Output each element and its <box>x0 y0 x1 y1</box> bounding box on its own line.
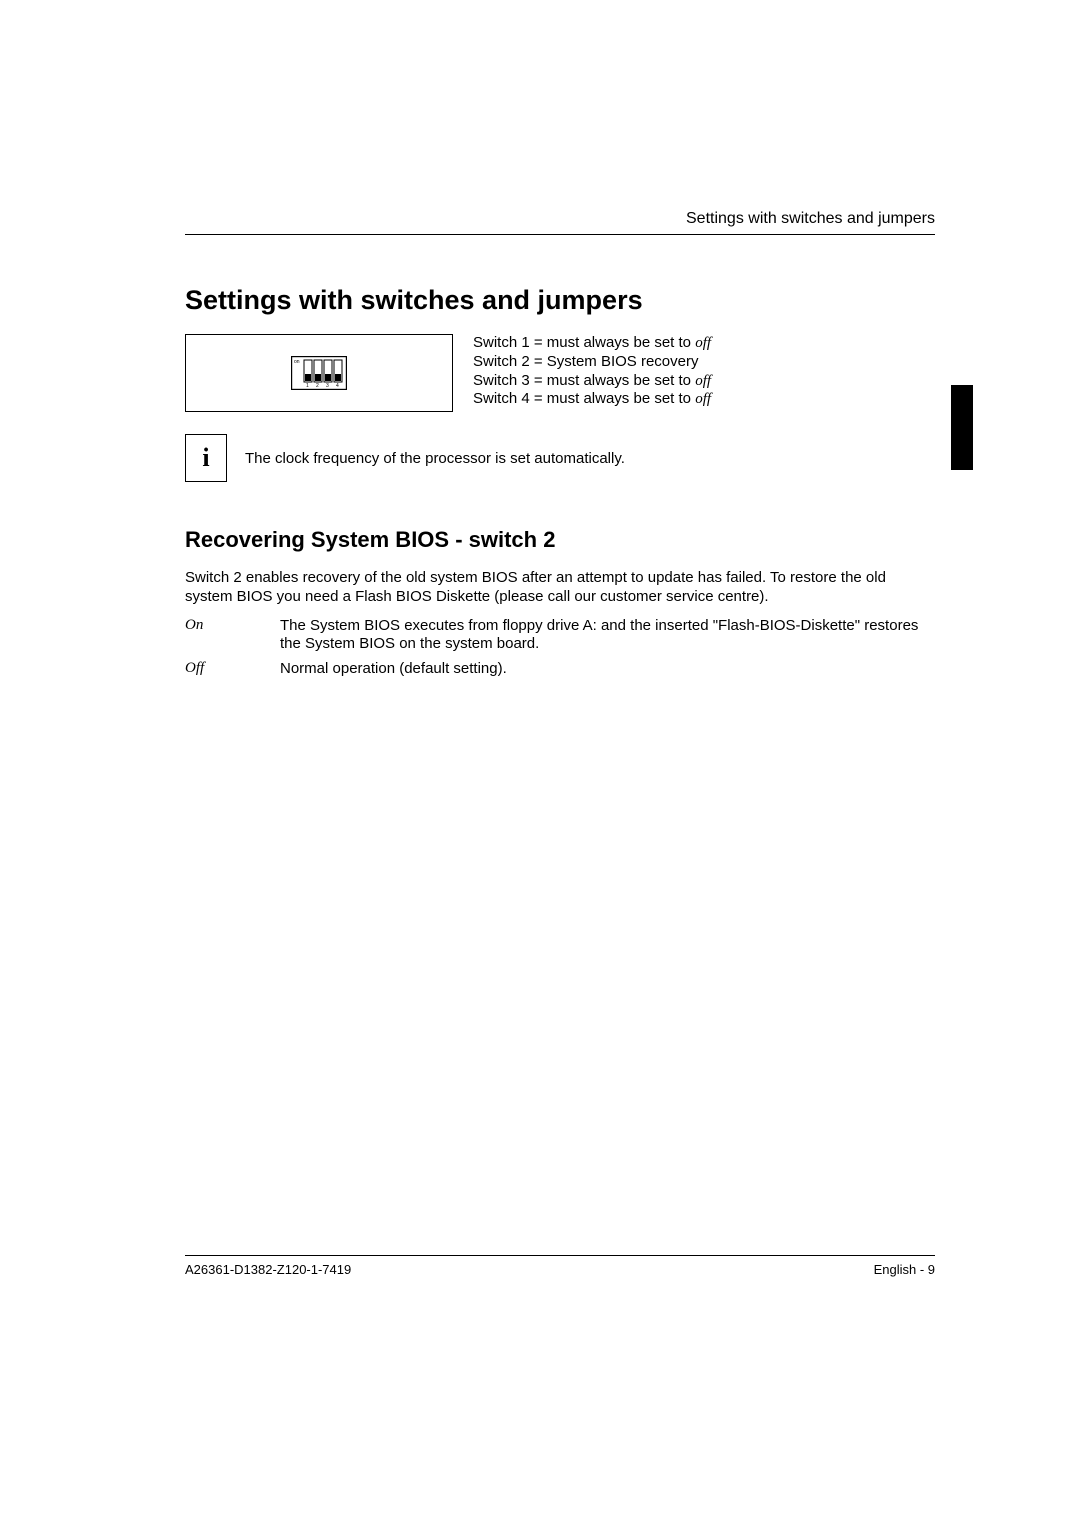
body-paragraph: Switch 2 enables recovery of the old sys… <box>185 569 935 607</box>
def-desc-on: The System BIOS executes from floppy dri… <box>280 617 935 655</box>
dip-switch-icon: on 1 2 3 4 <box>291 356 347 390</box>
info-icon-box: i <box>185 434 227 482</box>
running-header: Settings with switches and jumpers <box>185 210 935 235</box>
svg-text:1: 1 <box>306 383 309 389</box>
switch-2-desc: Switch 2 = System BIOS recovery <box>473 353 711 372</box>
svg-text:3: 3 <box>326 383 329 389</box>
info-note: i The clock frequency of the processor i… <box>185 434 935 482</box>
def-off: Off Normal operation (default setting). <box>185 660 935 679</box>
switch-3-desc: Switch 3 = must always be set to off <box>473 372 711 391</box>
figure-row: on 1 2 3 4 Switch 1 = must always be set… <box>185 334 935 412</box>
switch-1-desc: Switch 1 = must always be set to off <box>473 334 711 353</box>
page-footer: A26361-D1382-Z120-1-7419 English - 9 <box>185 1255 935 1277</box>
dip-on-label: on <box>294 359 300 365</box>
page-content: Settings with switches and jumpers Setti… <box>185 210 935 685</box>
def-term-off: Off <box>185 660 280 679</box>
def-on: On The System BIOS executes from floppy … <box>185 617 935 655</box>
note-text: The clock frequency of the processor is … <box>245 450 625 467</box>
svg-text:4: 4 <box>336 383 339 389</box>
footer-page-number: English - 9 <box>874 1262 935 1277</box>
svg-text:2: 2 <box>316 383 319 389</box>
def-term-on: On <box>185 617 280 655</box>
sub-heading: Recovering System BIOS - switch 2 <box>185 527 935 553</box>
def-desc-off: Normal operation (default setting). <box>280 660 935 679</box>
info-icon: i <box>202 443 209 473</box>
switch-descriptions: Switch 1 = must always be set to off Swi… <box>473 334 711 409</box>
definition-list: On The System BIOS executes from floppy … <box>185 617 935 679</box>
switch-4-desc: Switch 4 = must always be set to off <box>473 390 711 409</box>
footer-doc-id: A26361-D1382-Z120-1-7419 <box>185 1262 351 1277</box>
switch-figure: on 1 2 3 4 <box>185 334 453 412</box>
black-page-tab <box>951 385 973 470</box>
main-heading: Settings with switches and jumpers <box>185 285 935 316</box>
